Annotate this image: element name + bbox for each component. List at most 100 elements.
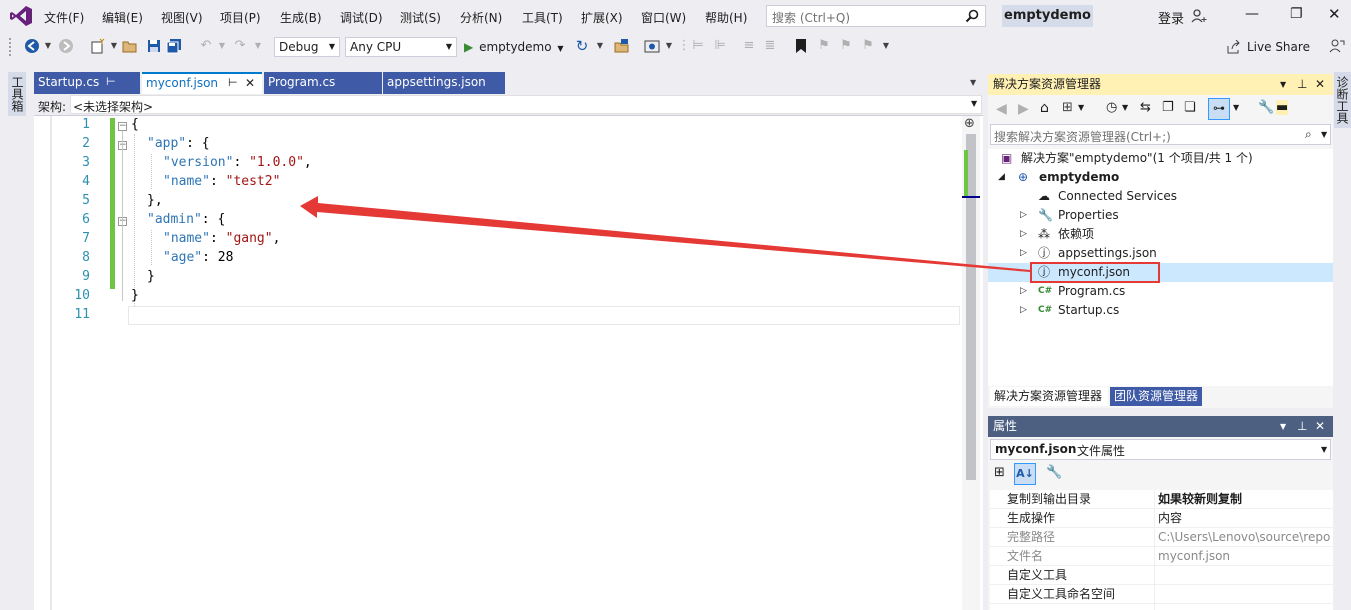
alphabetical-sort-icon[interactable]: A↓ bbox=[1014, 463, 1036, 485]
next-bookmark-icon[interactable]: ⚑ bbox=[838, 38, 854, 54]
expand-arrow-icon[interactable]: ◢ bbox=[998, 168, 1005, 187]
toolbox-tab[interactable]: 工具箱 bbox=[8, 72, 26, 116]
save-all-icon[interactable] bbox=[166, 38, 182, 54]
undo-dropdown-icon[interactable]: ▼ bbox=[214, 38, 230, 54]
align-right-icon[interactable]: ⊫ bbox=[712, 38, 728, 54]
property-pages-icon[interactable]: 🔧 bbox=[1046, 465, 1062, 480]
refresh-dropdown-icon[interactable]: ▼ bbox=[592, 38, 608, 54]
tab-startup-cs[interactable]: Startup.cs ⊢ bbox=[34, 72, 140, 94]
property-row[interactable]: 完整路径 C:\Users\Lenovo\source\repo bbox=[990, 528, 1335, 547]
menu-test[interactable]: 测试(S) bbox=[400, 9, 441, 26]
refresh-icon[interactable]: ↻ bbox=[574, 38, 590, 54]
tab-myconf-json[interactable]: myconf.json ⊢ ✕ bbox=[142, 72, 262, 94]
tree-item-project[interactable]: ◢ ⊕ emptydemo bbox=[988, 168, 1333, 187]
chevron-down-icon[interactable]: ▼ bbox=[1321, 130, 1327, 139]
undo-icon[interactable]: ↶ bbox=[198, 38, 214, 54]
property-row[interactable]: 生成操作 内容 bbox=[990, 509, 1335, 528]
bookmark-icon[interactable] bbox=[794, 38, 808, 54]
pending-changes-icon[interactable]: ◷ bbox=[1106, 100, 1117, 115]
split-editor-icon[interactable]: ⊕ bbox=[964, 116, 975, 131]
schema-select[interactable]: <未选择架构> ▼ bbox=[70, 95, 982, 114]
quick-launch-search[interactable]: 搜索 (Ctrl+Q) bbox=[766, 5, 986, 27]
close-panel-icon[interactable]: ✕ bbox=[1315, 74, 1325, 95]
clear-bookmarks-icon[interactable]: ⚑ bbox=[860, 38, 876, 54]
solution-search-input[interactable]: 搜索解决方案资源管理器(Ctrl+;) ⌕ ▼ bbox=[990, 124, 1331, 145]
restore-window-icon[interactable]: ❐ bbox=[1290, 6, 1303, 22]
solution-config-select[interactable]: Debug ▼ bbox=[274, 37, 340, 57]
panel-menu-icon[interactable]: ▼ bbox=[1280, 416, 1286, 437]
diagnostic-tools-tab[interactable]: 诊断工具 bbox=[1334, 72, 1351, 128]
menu-project[interactable]: 项目(P) bbox=[220, 9, 261, 26]
chevron-down-icon[interactable]: ▼ bbox=[1233, 103, 1239, 112]
pin-icon[interactable]: ⊥ bbox=[1297, 74, 1307, 95]
back-dropdown-icon[interactable]: ▼ bbox=[40, 38, 56, 54]
menu-file[interactable]: 文件(F) bbox=[44, 9, 84, 26]
live-share-button[interactable]: Live Share bbox=[1247, 40, 1310, 54]
prev-bookmark-icon[interactable]: ⚑ bbox=[816, 38, 832, 54]
fold-toggle-icon[interactable]: − bbox=[118, 122, 127, 131]
new-project-icon[interactable] bbox=[90, 38, 106, 54]
close-panel-icon[interactable]: ✕ bbox=[1315, 416, 1325, 437]
menu-window[interactable]: 窗口(W) bbox=[641, 9, 686, 26]
screenshot-icon[interactable] bbox=[644, 38, 660, 54]
toolbar-overflow-icon[interactable]: ▼ bbox=[878, 38, 894, 54]
tab-solution-explorer[interactable]: 解决方案资源管理器 bbox=[990, 387, 1108, 406]
feedback-icon[interactable] bbox=[1329, 38, 1345, 54]
wrench-icon[interactable]: 🔧 bbox=[1258, 100, 1274, 115]
forward-icon[interactable]: ▶ bbox=[1018, 101, 1029, 117]
close-tab-icon[interactable]: ✕ bbox=[245, 74, 255, 92]
categorized-icon[interactable]: ⊞ bbox=[994, 465, 1005, 480]
tab-overflow-icon[interactable]: ▼ bbox=[970, 78, 976, 87]
tree-item-program[interactable]: ▷ C# Program.cs bbox=[988, 282, 1333, 301]
redo-dropdown-icon[interactable]: ▼ bbox=[250, 38, 266, 54]
collapse-all-icon[interactable]: ❐ bbox=[1162, 100, 1174, 115]
code-editor[interactable]: 1 2 3 4 5 6 7 8 9 10 11 − − − { "app": {… bbox=[34, 116, 983, 610]
preview-icon[interactable]: ▬ bbox=[1276, 100, 1289, 115]
expand-arrow-icon[interactable]: ▷ bbox=[1020, 206, 1027, 225]
align-left-icon[interactable]: ⊨ bbox=[690, 38, 706, 54]
property-row[interactable]: 文件名 myconf.json bbox=[990, 547, 1335, 566]
open-folder-icon[interactable] bbox=[122, 38, 138, 54]
property-row[interactable]: 自定义工具命名空间 bbox=[990, 585, 1335, 604]
tree-item-solution[interactable]: ▣ 解决方案"emptydemo"(1 个项目/共 1 个) bbox=[988, 149, 1333, 168]
menu-view[interactable]: 视图(V) bbox=[161, 9, 203, 26]
tree-item-startup[interactable]: ▷ C# Startup.cs bbox=[988, 301, 1333, 320]
menu-help[interactable]: 帮助(H) bbox=[705, 9, 747, 26]
property-row[interactable]: 自定义工具 bbox=[990, 566, 1335, 585]
panel-menu-icon[interactable]: ▼ bbox=[1280, 74, 1286, 95]
tab-program-cs[interactable]: Program.cs bbox=[264, 72, 382, 94]
expand-arrow-icon[interactable]: ▷ bbox=[1020, 282, 1027, 301]
tab-team-explorer[interactable]: 团队资源管理器 bbox=[1110, 387, 1202, 406]
sync-icon[interactable]: ⇆ bbox=[1140, 100, 1151, 115]
menu-extensions[interactable]: 扩展(X) bbox=[581, 9, 623, 26]
expand-arrow-icon[interactable]: ▷ bbox=[1020, 301, 1027, 320]
uncomment-icon[interactable]: ≣ bbox=[762, 38, 778, 54]
comment-icon[interactable]: ≡ bbox=[741, 38, 757, 54]
chevron-down-icon[interactable]: ▼ bbox=[1078, 103, 1084, 112]
show-all-files-icon[interactable]: ❏ bbox=[1184, 100, 1196, 115]
menu-tools[interactable]: 工具(T) bbox=[522, 9, 563, 26]
menu-analyze[interactable]: 分析(N) bbox=[460, 9, 502, 26]
toolbar-grip[interactable] bbox=[9, 38, 12, 56]
tree-item-myconf[interactable]: ⓙ myconf.json bbox=[988, 262, 1333, 283]
pin-icon[interactable]: ⊥ bbox=[1297, 416, 1307, 437]
editor-vertical-scrollbar[interactable]: ⊕ bbox=[962, 116, 980, 610]
close-window-icon[interactable]: ✕ bbox=[1328, 5, 1341, 23]
tree-item-connected-services[interactable]: ☁ Connected Services bbox=[988, 187, 1333, 206]
pin-icon[interactable]: ⊢ bbox=[228, 74, 238, 92]
tree-item-properties[interactable]: ▷ 🔧 Properties bbox=[988, 206, 1333, 225]
navigate-forward-icon[interactable] bbox=[58, 38, 74, 54]
redo-icon[interactable]: ↷ bbox=[232, 38, 248, 54]
navigate-back-icon[interactable] bbox=[24, 38, 40, 54]
minimize-window-icon[interactable]: — bbox=[1245, 6, 1259, 22]
screenshot-dropdown-icon[interactable]: ▼ bbox=[661, 38, 677, 54]
track-active-item-toggle[interactable]: ⊶ bbox=[1208, 98, 1230, 120]
menu-build[interactable]: 生成(B) bbox=[280, 9, 322, 26]
menu-debug[interactable]: 调试(D) bbox=[340, 9, 383, 26]
home-icon[interactable]: ⌂ bbox=[1040, 100, 1049, 116]
expand-arrow-icon[interactable]: ▷ bbox=[1020, 225, 1027, 244]
menu-edit[interactable]: 编辑(E) bbox=[102, 9, 143, 26]
property-row[interactable]: 复制到输出目录 如果较新则复制 bbox=[990, 490, 1335, 509]
user-add-icon[interactable] bbox=[1191, 8, 1207, 24]
switch-views-icon[interactable]: ⊞ bbox=[1062, 100, 1073, 115]
